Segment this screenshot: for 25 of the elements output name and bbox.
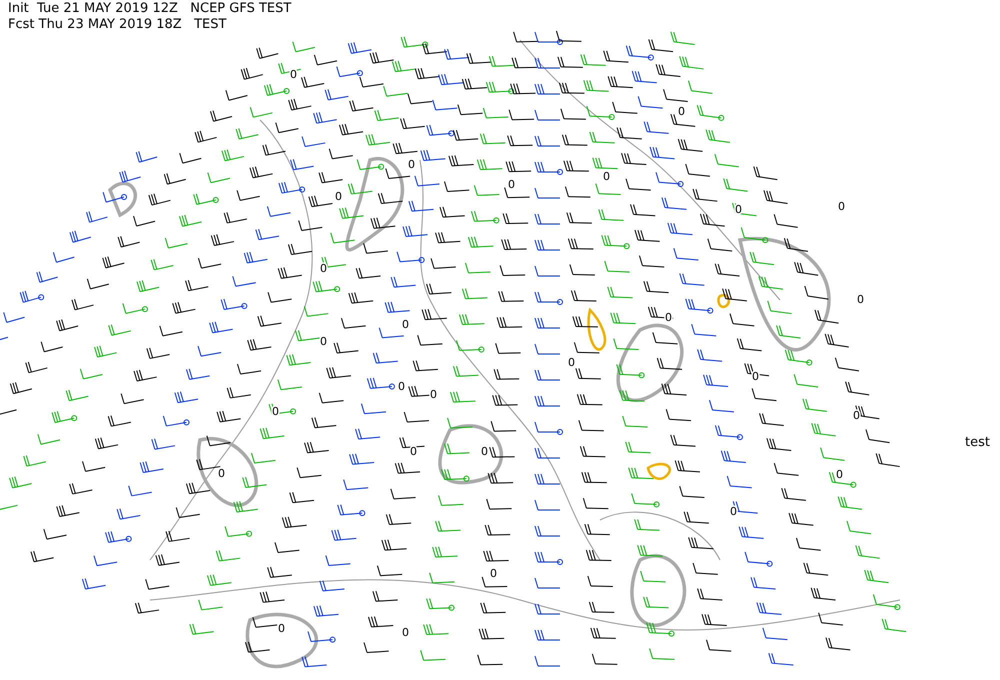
contour-label: 0 [730,505,737,518]
contour-label: 0 [481,445,488,458]
plot-title: Fcst Thu 23 MAY 2019 18Z TEST [8,17,228,33]
plot-title: Init Tue 21 MAY 2019 12Z NCEP GFS TEST [8,1,292,17]
contour-label: 0 [408,158,415,171]
contour-label: 0 [836,468,843,481]
contour-label: 0 [410,445,417,458]
contour-label: 0 [490,567,497,580]
contour-label: 0 [335,190,342,203]
contour-label: 0 [568,356,575,369]
contour-label: 0 [678,105,685,118]
contour-label: 0 [278,622,285,635]
contour-label: 0 [218,467,225,480]
contour-label: 0 [398,380,405,393]
side-label: test [965,435,990,450]
contour-label: 0 [508,178,515,191]
contour-label: 0 [320,335,327,348]
contour-label: 0 [838,200,845,213]
contour-label: 0 [430,388,437,401]
contour-label: 0 [857,293,864,306]
contour-label: 0 [402,626,409,639]
contour-label: 0 [603,170,610,183]
contour-label: 0 [320,262,327,275]
contour-label: 0 [402,318,409,331]
contour-label: 0 [290,68,297,81]
